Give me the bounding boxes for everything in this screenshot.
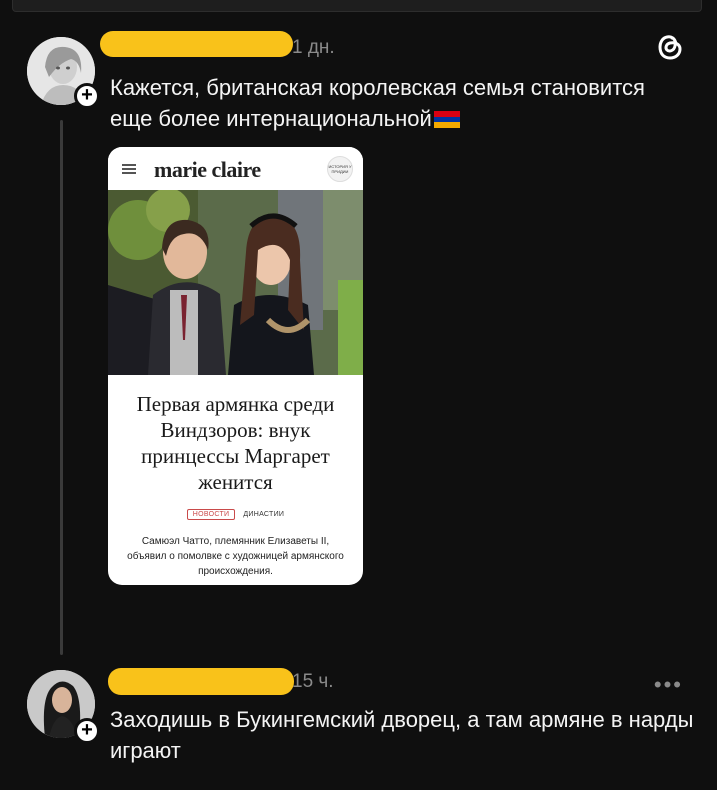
publication-logo: marie claire — [154, 157, 261, 182]
post-text-content: Кажется, британская королевская семья ст… — [110, 75, 645, 131]
redacted-username — [108, 668, 294, 695]
reply-time: 15 ч. — [292, 671, 334, 692]
post-time: 1 дн. — [292, 37, 335, 58]
armenia-flag-icon — [433, 111, 460, 128]
post-text: Кажется, британская королевская семья ст… — [110, 72, 650, 134]
thread-connector-line — [60, 120, 63, 655]
threads-logo-icon[interactable] — [655, 30, 685, 62]
card-header: marie claire ИСТОРИЯ У ПРИДИИ — [108, 147, 363, 190]
tag-dynasty[interactable]: ДИНАСТИИ — [243, 511, 284, 518]
article-photo — [108, 190, 363, 375]
article-summary: Самюэл Чатто, племянник Елизаветы II, об… — [127, 536, 344, 577]
follow-plus-icon[interactable]: + — [74, 83, 100, 109]
link-preview-card[interactable]: marie claire ИСТОРИЯ У ПРИДИИ Первая арм… — [108, 147, 363, 585]
redacted-username — [100, 31, 293, 57]
follow-plus-icon[interactable]: + — [74, 718, 100, 744]
tag-news[interactable]: НОВОСТИ — [186, 509, 236, 520]
menu-icon — [122, 164, 136, 174]
more-options-icon[interactable]: ••• — [654, 672, 683, 698]
article-headline: Первая армянка среди Виндзоров: внук при… — [136, 392, 335, 494]
article-tags: НОВОСТИ ДИНАСТИИ — [108, 509, 363, 520]
cover-thumbnail: ИСТОРИЯ У ПРИДИИ — [327, 156, 353, 182]
previous-post-edge — [12, 0, 702, 12]
reply-text: Заходишь в Букингемский дворец, а там ар… — [110, 707, 694, 763]
